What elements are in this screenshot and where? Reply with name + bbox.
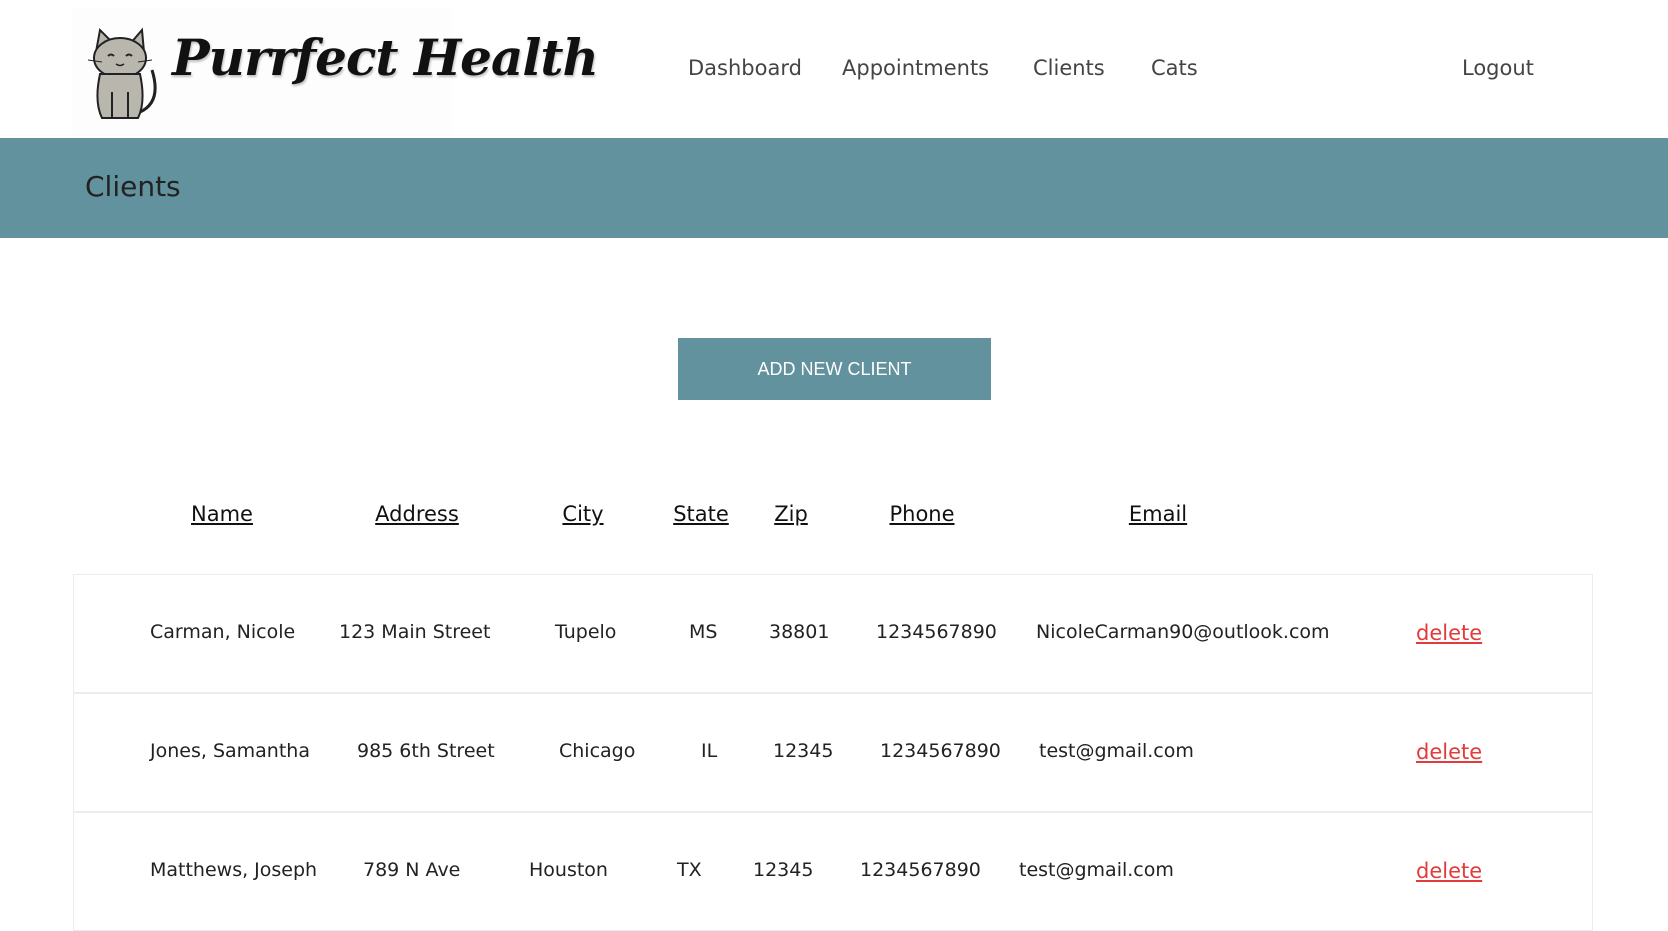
table-row: Carman, Nicole 123 Main Street Tupelo MS…: [73, 574, 1593, 693]
client-phone: 1234567890: [876, 621, 997, 643]
client-address: 985 6th Street: [357, 740, 495, 762]
logo-text: Purrfect Health: [172, 28, 599, 87]
client-address: 123 Main Street: [339, 621, 491, 643]
add-new-client-button[interactable]: ADD NEW CLIENT: [678, 338, 991, 400]
nav-clients[interactable]: Clients: [1033, 56, 1105, 80]
client-city: Tupelo: [555, 621, 617, 643]
column-header-state[interactable]: State: [673, 502, 729, 526]
logo[interactable]: Purrfect Health: [72, 8, 599, 136]
nav-dashboard[interactable]: Dashboard: [688, 56, 802, 80]
delete-link[interactable]: delete: [1416, 859, 1482, 883]
client-city: Chicago: [559, 740, 636, 762]
client-address: 789 N Ave: [363, 859, 461, 881]
column-header-name[interactable]: Name: [191, 502, 253, 526]
client-state: IL: [701, 740, 718, 762]
page-title: Clients: [85, 170, 181, 203]
column-header-address[interactable]: Address: [375, 502, 459, 526]
client-name: Jones, Samantha: [150, 740, 310, 762]
client-name: Carman, Nicole: [150, 621, 296, 643]
cat-icon: [87, 27, 157, 119]
column-header-email[interactable]: Email: [1129, 502, 1187, 526]
nav-cats[interactable]: Cats: [1151, 56, 1198, 80]
table-row: Matthews, Joseph 789 N Ave Houston TX 12…: [73, 812, 1593, 931]
column-header-zip[interactable]: Zip: [774, 502, 808, 526]
logout-link[interactable]: Logout: [1462, 56, 1534, 80]
column-header-phone[interactable]: Phone: [889, 502, 954, 526]
nav-appointments[interactable]: Appointments: [842, 56, 989, 80]
client-email: test@gmail.com: [1019, 859, 1174, 881]
site-header: Purrfect Health Dashboard Appointments C…: [0, 0, 1668, 138]
delete-link[interactable]: delete: [1416, 740, 1482, 764]
client-state: TX: [677, 859, 702, 881]
client-email: NicoleCarman90@outlook.com: [1036, 621, 1330, 643]
delete-link[interactable]: delete: [1416, 621, 1482, 645]
client-phone: 1234567890: [880, 740, 1001, 762]
column-header-city[interactable]: City: [562, 502, 603, 526]
client-zip: 12345: [753, 859, 814, 881]
client-email: test@gmail.com: [1039, 740, 1194, 762]
client-phone: 1234567890: [860, 859, 981, 881]
client-state: MS: [689, 621, 718, 643]
client-zip: 12345: [773, 740, 834, 762]
client-zip: 38801: [769, 621, 830, 643]
page-banner: Clients: [0, 138, 1668, 238]
table-row: Jones, Samantha 985 6th Street Chicago I…: [73, 693, 1593, 812]
client-city: Houston: [529, 859, 608, 881]
client-name: Matthews, Joseph: [150, 859, 318, 881]
